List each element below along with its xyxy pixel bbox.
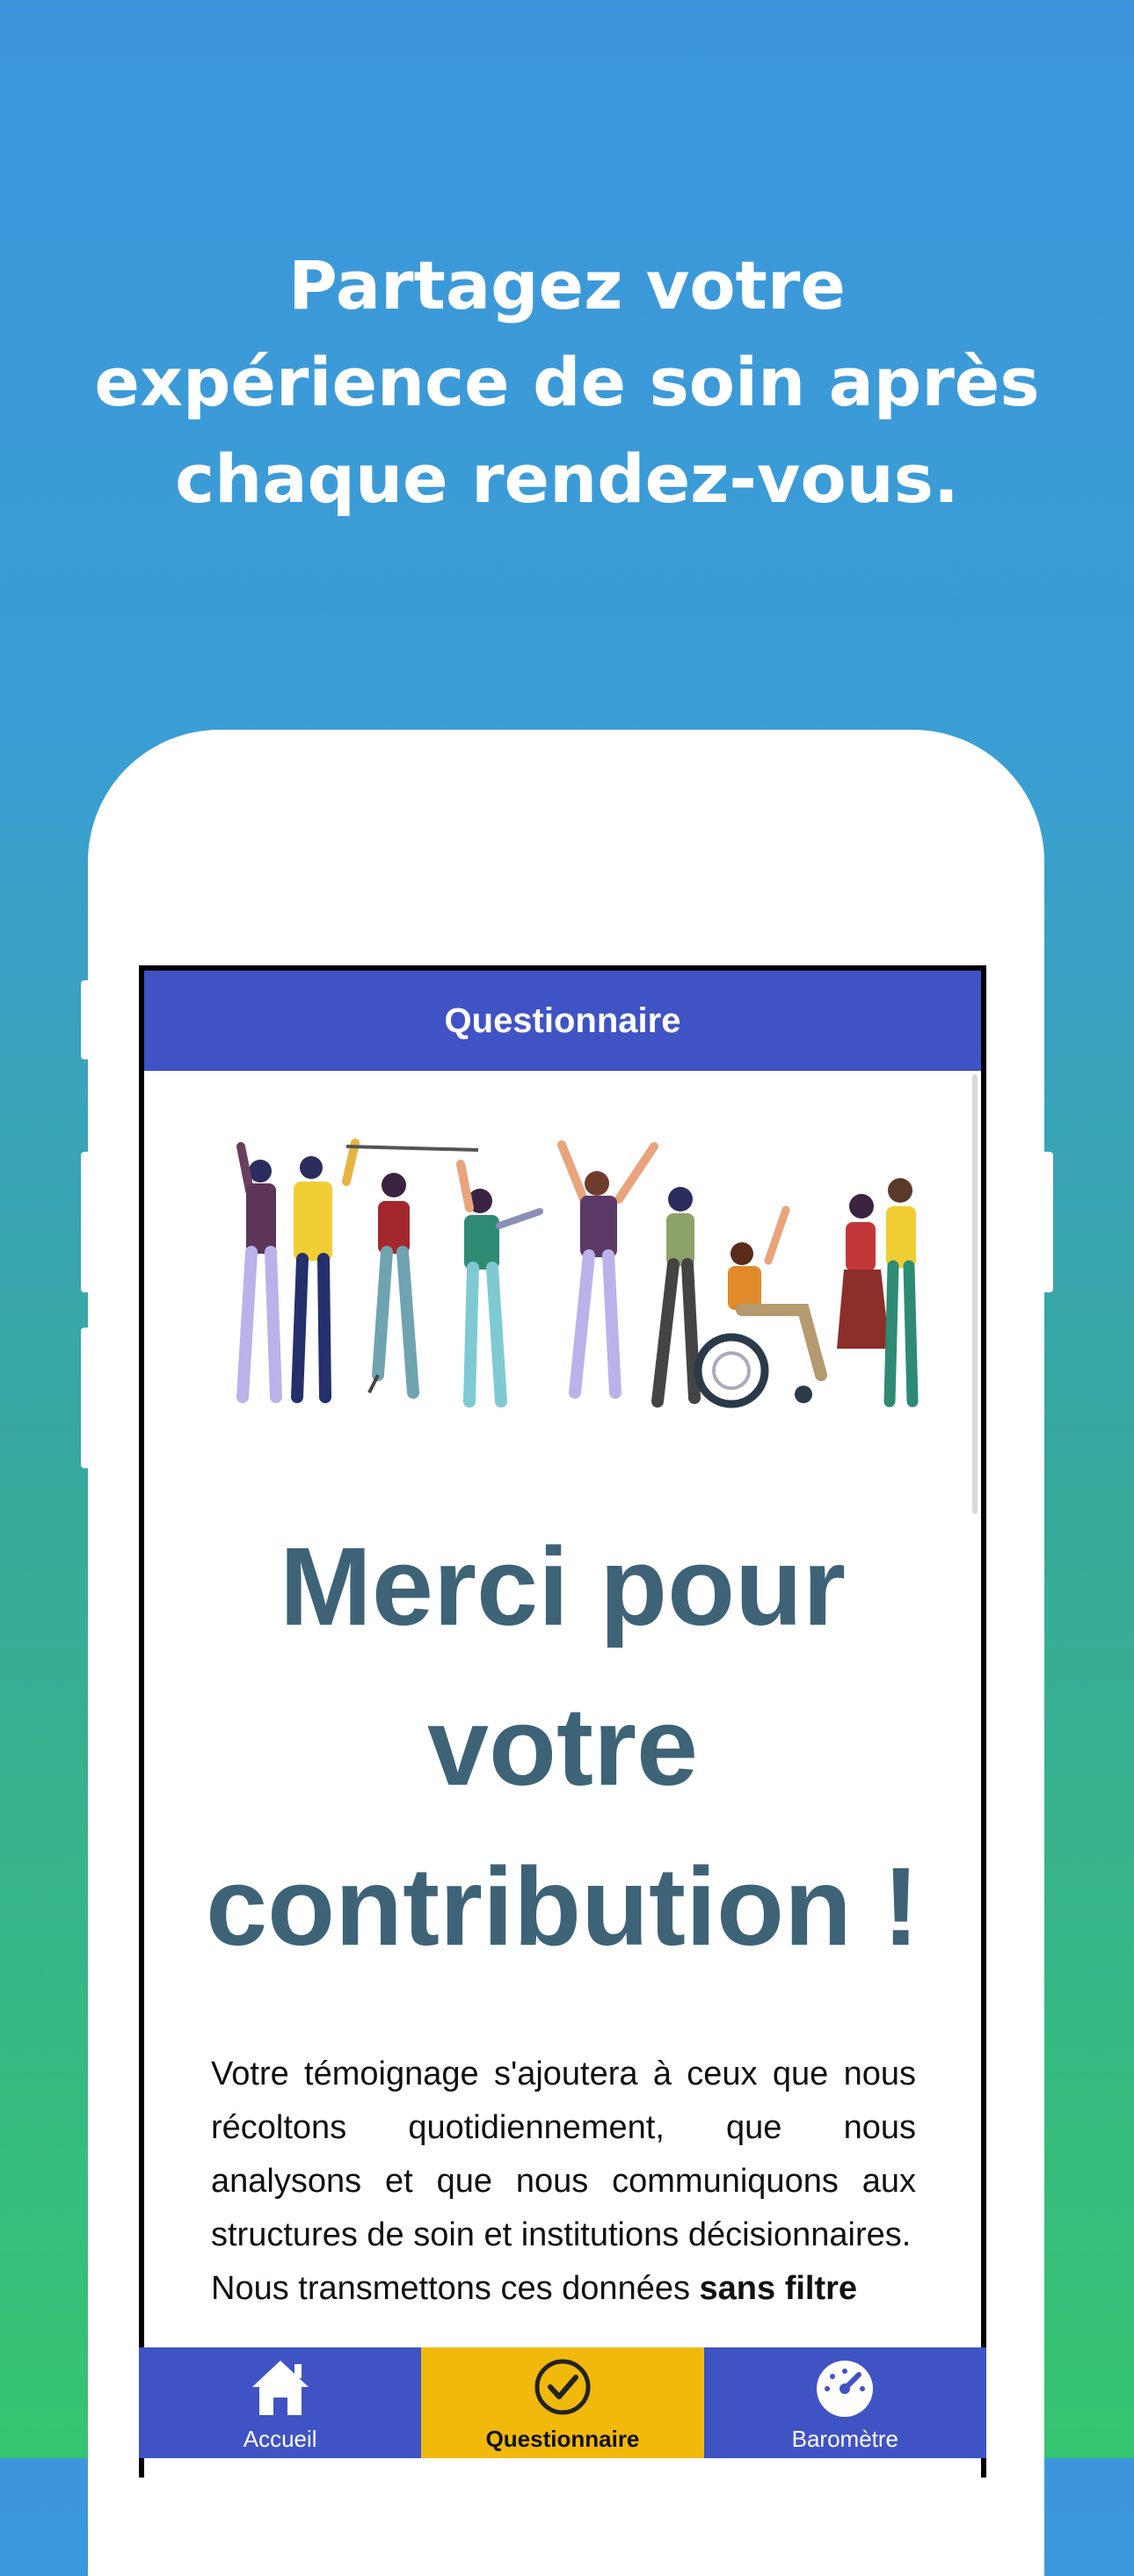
app-header: Questionnaire xyxy=(144,971,981,1071)
person-7 xyxy=(837,1194,890,1349)
person-5 xyxy=(557,1140,658,1399)
bottom-tab-bar: Accueil Questionnaire Baromètre xyxy=(139,2347,986,2458)
phone-side-button xyxy=(81,1328,95,1468)
tab-label: Baromètre xyxy=(791,2426,899,2452)
headline-line-2: expérience de soin après xyxy=(94,343,1040,421)
thank-you-heading: Merci pour votre contribution ! xyxy=(144,1507,981,1987)
phone-side-button xyxy=(81,980,95,1059)
paragraph-1: Votre témoignage s'ajoutera à ceux que n… xyxy=(211,2056,916,2253)
home-icon xyxy=(251,2361,309,2415)
header-title: Questionnaire xyxy=(444,1001,681,1040)
paragraph-2-bold: sans filtre xyxy=(699,2270,858,2307)
contribution-text: Votre témoignage s'ajoutera à ceux que n… xyxy=(211,2048,916,2316)
tab-label: Questionnaire xyxy=(485,2426,640,2452)
person-wheelchair xyxy=(694,1205,827,1408)
phone-side-button xyxy=(81,1152,95,1292)
headline-line-3: chaque rendez-vous. xyxy=(175,440,959,518)
tab-accueil[interactable]: Accueil xyxy=(139,2347,422,2458)
gauge-icon xyxy=(817,2361,874,2417)
people-celebrating-illustration xyxy=(236,1139,919,1408)
person-4 xyxy=(456,1160,543,1408)
paragraph-2: Nous transmettons ces données sans filtr… xyxy=(211,2262,916,2316)
tab-questionnaire[interactable]: Questionnaire xyxy=(421,2347,704,2458)
phone-side-button xyxy=(1039,1152,1053,1292)
person-3 xyxy=(367,1173,419,1399)
headline-line-1: Partagez votre xyxy=(288,246,846,324)
tab-label: Accueil xyxy=(243,2426,317,2452)
thanks-line-3: contribution ! xyxy=(206,1845,920,1968)
person-6 xyxy=(651,1187,701,1408)
phone-screen: Questionnaire Merci pour votre contribut… xyxy=(139,965,986,2478)
paragraph-2-start: Nous transmettons ces données xyxy=(211,2270,700,2307)
scrollbar[interactable] xyxy=(972,1074,978,1514)
marketing-headline: Partagez votre expérience de soin après … xyxy=(0,237,1134,528)
person-8 xyxy=(883,1178,919,1408)
person-1 xyxy=(236,1142,282,1403)
check-circle-icon xyxy=(534,2359,591,2415)
thanks-line-2: votre xyxy=(426,1685,699,1808)
thanks-line-1: Merci pour xyxy=(279,1524,847,1648)
tab-barometre[interactable]: Baromètre xyxy=(703,2347,986,2458)
